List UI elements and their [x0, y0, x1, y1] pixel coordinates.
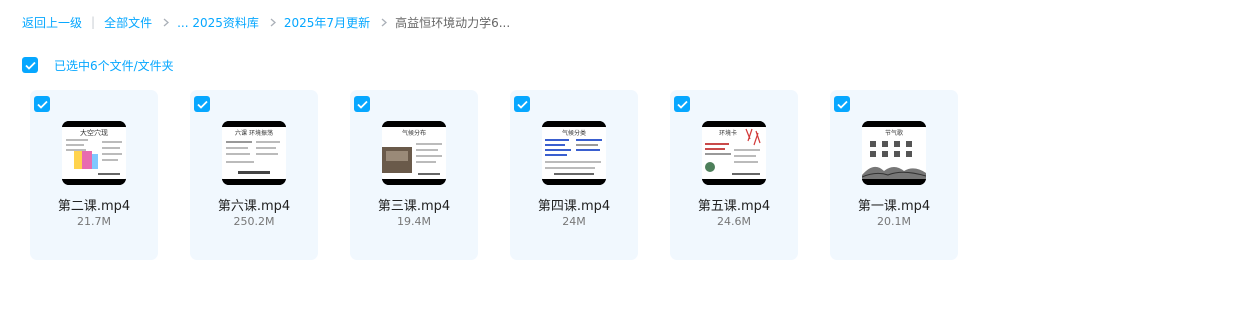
- file-size: 21.7M: [77, 215, 111, 228]
- select-all-checkbox[interactable]: [22, 57, 38, 73]
- file-checkbox[interactable]: [514, 96, 530, 112]
- file-size: 19.4M: [397, 215, 431, 228]
- file-card[interactable]: 环境卡 第五课.mp4 24.6M: [670, 90, 798, 260]
- video-thumbnail-icon: 气候分布: [382, 121, 446, 185]
- video-thumbnail-icon: 大空穴现: [62, 121, 126, 185]
- back-link[interactable]: 返回上一级: [22, 14, 82, 31]
- file-name[interactable]: 第五课.mp4: [670, 195, 798, 214]
- select-all-row: 已选中6个文件/文件夹: [22, 57, 174, 73]
- video-thumbnail-icon: 气候分类: [542, 121, 606, 185]
- chevron-right-icon: [269, 13, 277, 31]
- video-thumbnail-icon: 节气歌: [862, 121, 926, 185]
- checkmark-icon: [196, 100, 208, 109]
- checkmark-icon: [836, 100, 848, 109]
- thumb-title: 气候分类: [562, 129, 586, 137]
- file-card[interactable]: 气候分类 第四课.mp4 24M: [510, 90, 638, 260]
- checkmark-icon: [24, 61, 36, 70]
- file-checkbox[interactable]: [674, 96, 690, 112]
- file-card[interactable]: 六课 环境振荡 第六课.mp4 250.2M: [190, 90, 318, 260]
- thumb-title: 大空穴现: [80, 128, 108, 137]
- file-size: 24M: [562, 215, 586, 228]
- breadcrumb: 返回上一级 | 全部文件 ... 2025资料库 2025年7月更新 高益恒环境…: [22, 13, 510, 31]
- breadcrumb-current: 高益恒环境动力学6...: [395, 15, 511, 30]
- breadcrumb-month[interactable]: 2025年7月更新: [284, 14, 370, 31]
- selection-count-label: 已选中6个文件/文件夹: [54, 58, 174, 73]
- thumb-title: 气候分布: [402, 129, 426, 137]
- video-thumbnail-icon: 六课 环境振荡: [222, 121, 286, 185]
- file-size: 24.6M: [717, 215, 751, 228]
- file-checkbox[interactable]: [194, 96, 210, 112]
- file-checkbox[interactable]: [834, 96, 850, 112]
- thumb-title: 环境卡: [719, 129, 737, 137]
- breadcrumb-library[interactable]: ... 2025资料库: [177, 14, 259, 31]
- breadcrumb-all-files[interactable]: 全部文件: [104, 14, 152, 31]
- breadcrumb-divider: |: [91, 15, 96, 29]
- thumb-title: 六课 环境振荡: [235, 129, 273, 137]
- chevron-right-icon: [162, 13, 170, 31]
- file-size: 250.2M: [233, 215, 275, 228]
- file-checkbox[interactable]: [354, 96, 370, 112]
- thumb-title: 节气歌: [885, 129, 903, 137]
- checkmark-icon: [36, 100, 48, 109]
- file-card[interactable]: 节气歌 第一课.mp4 20.1M: [830, 90, 958, 260]
- file-name[interactable]: 第一课.mp4: [830, 195, 958, 214]
- file-name[interactable]: 第六课.mp4: [190, 195, 318, 214]
- file-card[interactable]: 气候分布 第三课.mp4 19.4M: [350, 90, 478, 260]
- file-name[interactable]: 第三课.mp4: [350, 195, 478, 214]
- checkmark-icon: [676, 100, 688, 109]
- file-card[interactable]: 大空穴现 第二课.mp4 21.7M: [30, 90, 158, 260]
- checkmark-icon: [356, 100, 368, 109]
- checkmark-icon: [516, 100, 528, 109]
- file-name[interactable]: 第二课.mp4: [30, 195, 158, 214]
- file-checkbox[interactable]: [34, 96, 50, 112]
- video-thumbnail-icon: 环境卡: [702, 121, 766, 185]
- file-name[interactable]: 第四课.mp4: [510, 195, 638, 214]
- chevron-right-icon: [380, 13, 388, 31]
- file-size: 20.1M: [877, 215, 911, 228]
